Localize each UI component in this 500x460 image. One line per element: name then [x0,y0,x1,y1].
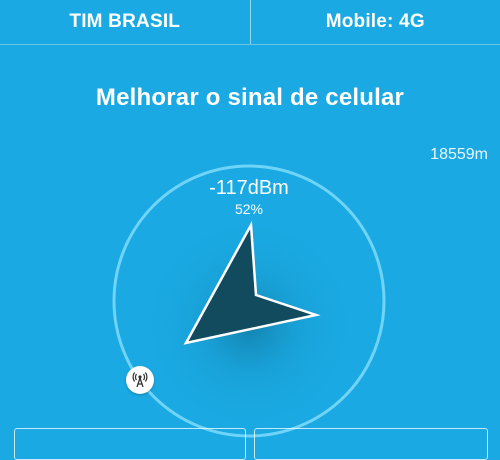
cell-tower-icon [131,371,149,389]
carrier-name: TIM BRASIL [0,0,250,44]
bottom-left-button[interactable] [14,428,246,460]
signal-compass: -117dBm 52% [111,163,387,439]
top-bar: TIM BRASIL Mobile: 4G [0,0,500,45]
signal-percent: 52% [111,201,387,217]
page-title: Melhorar o sinal de celular [0,84,500,112]
bottom-right-button[interactable] [254,428,488,460]
signal-dbm: -117dBm [111,177,387,200]
network-type: Mobile: 4G [251,0,500,44]
tower-distance: 18559m [430,146,488,164]
tower-button[interactable] [126,366,154,394]
